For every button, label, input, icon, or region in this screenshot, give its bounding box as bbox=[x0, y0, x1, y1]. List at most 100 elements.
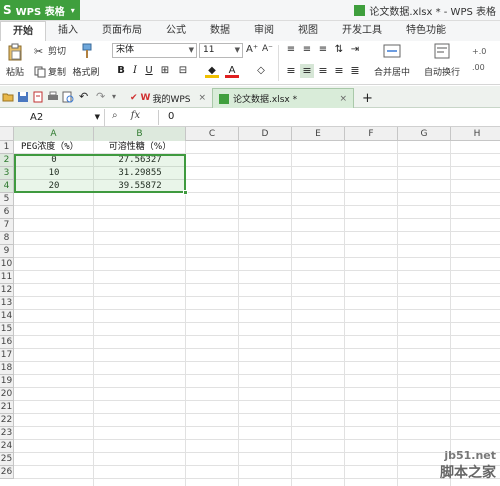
row-header-14[interactable]: 14 bbox=[0, 310, 14, 323]
align-left-button[interactable]: ≡ bbox=[284, 64, 298, 78]
select-all-corner[interactable] bbox=[0, 127, 14, 141]
column-header-f[interactable]: F bbox=[345, 127, 398, 141]
align-right-button[interactable]: ≡ bbox=[316, 64, 330, 78]
row-header-18[interactable]: 18 bbox=[0, 362, 14, 375]
row-header-8[interactable]: 8 bbox=[0, 232, 14, 245]
row-header-22[interactable]: 22 bbox=[0, 414, 14, 427]
row-header-17[interactable]: 17 bbox=[0, 349, 14, 362]
tab-mywps[interactable]: ✔ W 我的WPS × bbox=[124, 88, 212, 108]
column-header-c[interactable]: C bbox=[186, 127, 239, 141]
row-header-21[interactable]: 21 bbox=[0, 401, 14, 414]
close-icon[interactable]: × bbox=[339, 94, 347, 104]
row-header-24[interactable]: 24 bbox=[0, 440, 14, 453]
export-pdf-icon[interactable] bbox=[32, 91, 44, 103]
paste-button[interactable]: 粘贴 bbox=[2, 43, 28, 81]
merge-cells-button[interactable]: ⊟ bbox=[176, 64, 190, 78]
row-header-3[interactable]: 3 bbox=[0, 167, 14, 180]
tab-4[interactable]: 公式 bbox=[154, 21, 198, 41]
underline-button[interactable]: U bbox=[142, 64, 156, 78]
row-header-13[interactable]: 13 bbox=[0, 297, 14, 310]
indent-button[interactable]: ⇥ bbox=[348, 43, 362, 57]
cell-a1[interactable]: PEG浓度（%） bbox=[21, 141, 79, 154]
row-header-1[interactable]: 1 bbox=[0, 141, 14, 154]
formula-input[interactable]: 0 bbox=[168, 111, 174, 122]
row-header-15[interactable]: 15 bbox=[0, 323, 14, 336]
number-format-button[interactable]: +.0 bbox=[472, 47, 486, 56]
cut-button[interactable]: ✂ 剪切 bbox=[34, 44, 66, 58]
spreadsheet-grid[interactable]: ABCDEFGH 1 2 3 4 5 6 7 8 9 10 11 12 13 14 15 16 17 18 19 20… bbox=[0, 127, 500, 486]
row-header-19[interactable]: 19 bbox=[0, 375, 14, 388]
row-gridline bbox=[14, 283, 500, 284]
row-header-6[interactable]: 6 bbox=[0, 206, 14, 219]
zoom-icon[interactable]: ⌕ bbox=[112, 110, 118, 121]
column-header-h[interactable]: H bbox=[451, 127, 500, 141]
row-header-11[interactable]: 11 bbox=[0, 271, 14, 284]
selection-range[interactable] bbox=[14, 154, 186, 193]
fill-color-button[interactable]: ◆ bbox=[205, 64, 219, 78]
tab-7[interactable]: 视图 bbox=[286, 21, 330, 41]
align-top-button[interactable]: ≡ bbox=[284, 43, 298, 57]
row-header-5[interactable]: 5 bbox=[0, 193, 14, 206]
align-bottom-button[interactable]: ≡ bbox=[316, 43, 330, 57]
column-header-b[interactable]: B bbox=[94, 127, 186, 141]
align-center-button[interactable]: ≡ bbox=[300, 64, 314, 78]
row-header-4[interactable]: 4 bbox=[0, 180, 14, 193]
open-folder-icon[interactable] bbox=[2, 91, 14, 103]
font-size-select[interactable]: 11 ▼ bbox=[199, 43, 243, 58]
column-header-g[interactable]: G bbox=[398, 127, 451, 141]
format-painter-button[interactable]: 格式刷 bbox=[72, 43, 100, 81]
print-preview-icon[interactable] bbox=[62, 91, 74, 103]
tab-9[interactable]: 特色功能 bbox=[394, 21, 458, 41]
close-icon[interactable]: × bbox=[198, 93, 206, 103]
row-header-20[interactable]: 20 bbox=[0, 388, 14, 401]
row-header-23[interactable]: 23 bbox=[0, 427, 14, 440]
row-header-26[interactable]: 26 bbox=[0, 466, 14, 479]
app-menu-button[interactable]: S WPS 表格 ▾ bbox=[0, 0, 80, 20]
save-icon[interactable] bbox=[17, 91, 29, 103]
w-icon: W bbox=[140, 93, 151, 103]
number-format-decrease-button[interactable]: .00 bbox=[472, 63, 485, 72]
border-button[interactable]: ⊞ bbox=[158, 64, 172, 78]
column-header-a[interactable]: A bbox=[14, 127, 94, 141]
row-header-7[interactable]: 7 bbox=[0, 219, 14, 232]
row-header-25[interactable]: 25 bbox=[0, 453, 14, 466]
italic-button[interactable]: I bbox=[128, 64, 142, 78]
copy-button[interactable]: 复制 bbox=[34, 65, 66, 78]
quick-access-dropdown-icon[interactable]: ▾ bbox=[112, 91, 124, 103]
font-color-button[interactable]: A bbox=[225, 64, 239, 78]
clear-format-button[interactable]: ◇ bbox=[254, 64, 268, 78]
decrease-font-button[interactable]: A⁻ bbox=[262, 44, 273, 54]
new-tab-button[interactable]: + bbox=[356, 88, 374, 108]
cell-b1[interactable]: 可溶性糖（%） bbox=[94, 141, 186, 154]
font-name-select[interactable]: 宋体 ▼ bbox=[112, 43, 197, 58]
row-gridline bbox=[14, 465, 500, 466]
row-header-9[interactable]: 9 bbox=[0, 245, 14, 258]
increase-font-button[interactable]: A⁺ bbox=[246, 44, 258, 55]
tab-active-document[interactable]: 论文数据.xlsx * × bbox=[212, 88, 354, 108]
wrap-text-button[interactable]: 自动换行 bbox=[420, 43, 464, 81]
tab-3[interactable]: 页面布局 bbox=[90, 21, 154, 41]
undo-icon[interactable]: ↶ bbox=[79, 91, 91, 103]
fill-handle[interactable] bbox=[183, 190, 188, 195]
row-header-12[interactable]: 12 bbox=[0, 284, 14, 297]
tab-2[interactable]: 插入 bbox=[46, 21, 90, 41]
redo-icon[interactable]: ↷ bbox=[96, 91, 108, 103]
tab-6[interactable]: 审阅 bbox=[242, 21, 286, 41]
bold-button[interactable]: B bbox=[114, 64, 128, 78]
name-box[interactable]: A2 ▼ bbox=[0, 109, 105, 126]
tab-1[interactable]: 开始 bbox=[0, 21, 46, 41]
align-middle-button[interactable]: ≡ bbox=[300, 43, 314, 57]
justify-button[interactable]: ≡ bbox=[332, 64, 346, 78]
column-header-e[interactable]: E bbox=[292, 127, 345, 141]
tab-8[interactable]: 开发工具 bbox=[330, 21, 394, 41]
fx-icon[interactable]: fx bbox=[131, 110, 140, 121]
merge-center-button[interactable]: 合并居中 bbox=[370, 43, 414, 81]
distributed-button[interactable]: ≣ bbox=[348, 64, 362, 78]
print-icon[interactable] bbox=[47, 91, 59, 103]
row-header-16[interactable]: 16 bbox=[0, 336, 14, 349]
orientation-button[interactable]: ⇅ bbox=[332, 43, 346, 57]
row-header-10[interactable]: 10 bbox=[0, 258, 14, 271]
tab-5[interactable]: 数据 bbox=[198, 21, 242, 41]
row-header-2[interactable]: 2 bbox=[0, 154, 14, 167]
column-header-d[interactable]: D bbox=[239, 127, 292, 141]
